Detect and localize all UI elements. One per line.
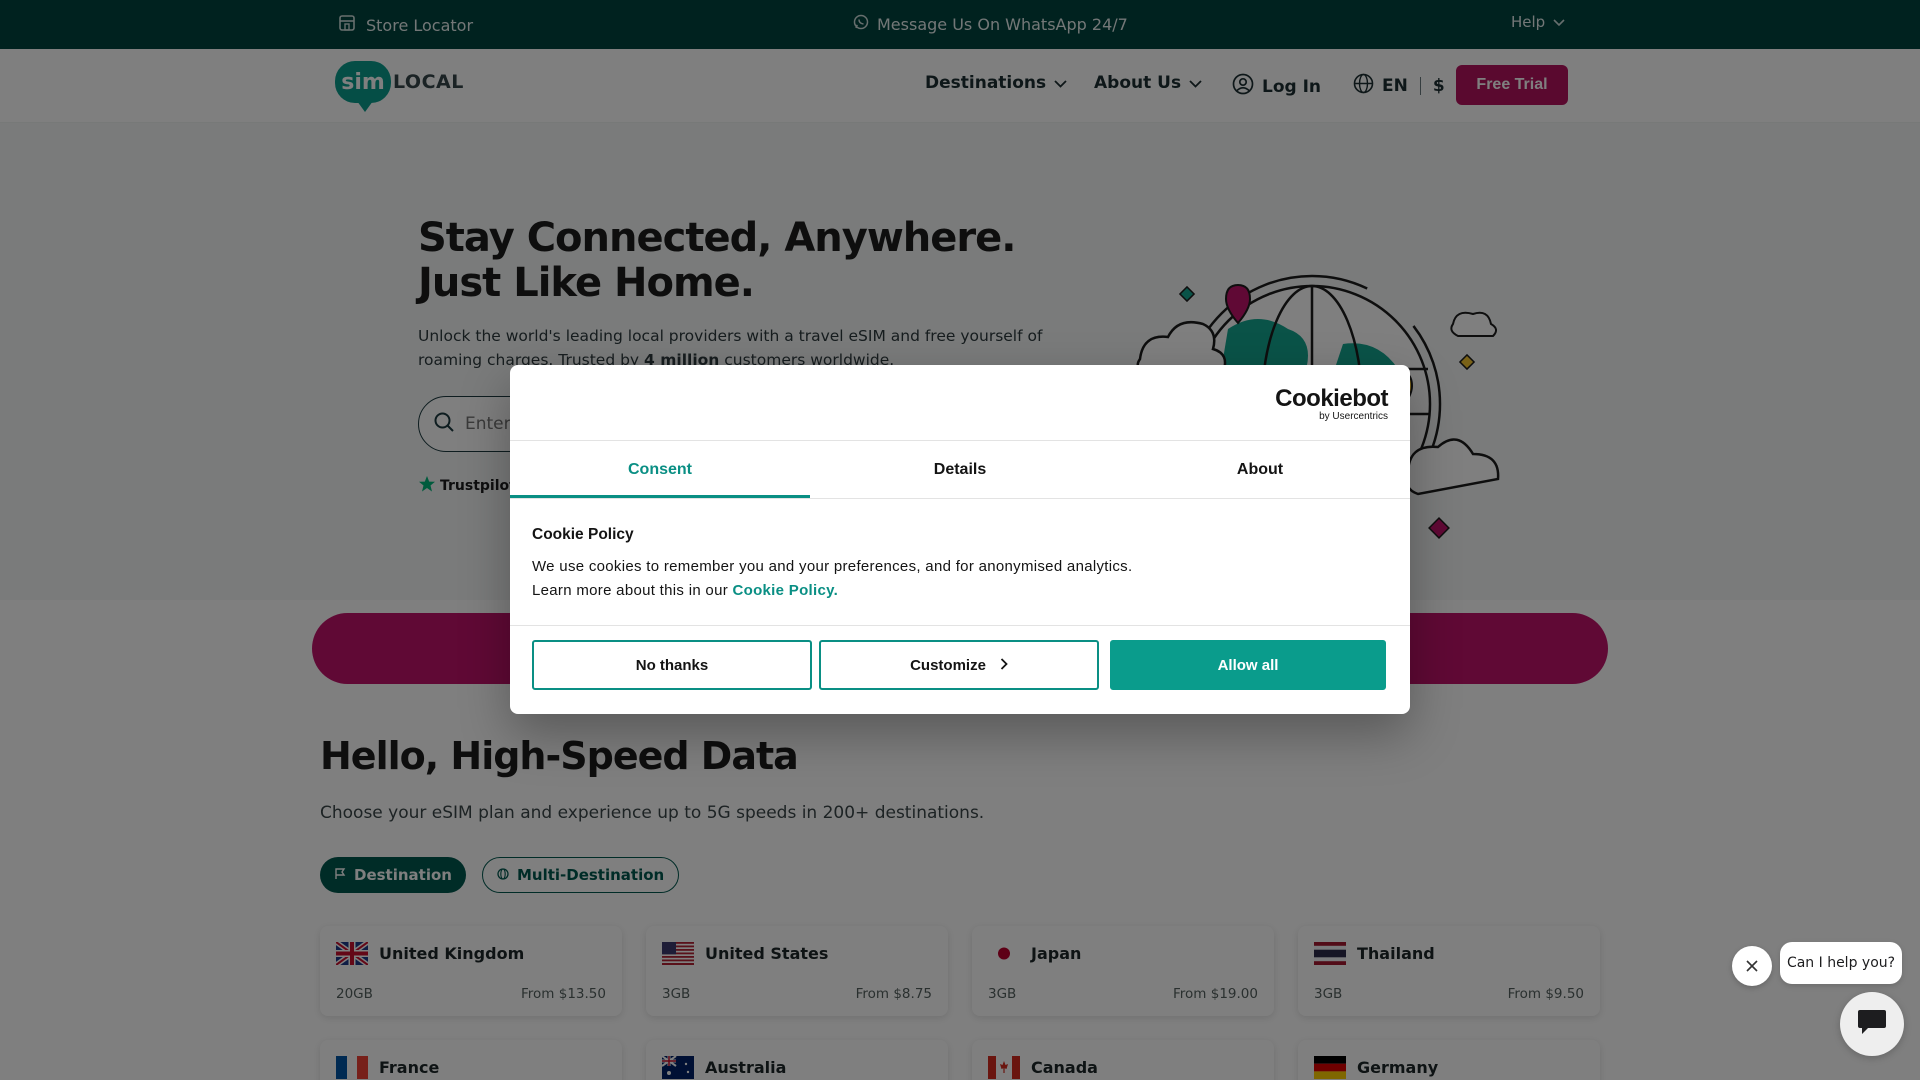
cookie-tabs: Consent Details About bbox=[510, 441, 1410, 498]
cookie-policy-text: We use cookies to remember you and your … bbox=[532, 555, 1382, 603]
allow-all-label: Allow all bbox=[1217, 656, 1279, 674]
cookie-text-line1: We use cookies to remember you and your … bbox=[532, 558, 1133, 575]
cookie-policy-title: Cookie Policy bbox=[532, 526, 634, 543]
cookie-text-line2: Learn more about this in our bbox=[532, 582, 733, 599]
cookiebot-byline: by Usercentrics bbox=[1319, 411, 1388, 422]
cookiebot-logo: Cookiebot by Usercentrics bbox=[1275, 387, 1388, 423]
chat-prompt[interactable]: Can I help you? bbox=[1780, 942, 1902, 984]
no-thanks-label: No thanks bbox=[635, 656, 709, 674]
customize-button[interactable]: Customize bbox=[819, 640, 1099, 690]
close-icon bbox=[1746, 957, 1758, 976]
divider bbox=[510, 625, 1410, 626]
divider bbox=[510, 498, 1410, 499]
chat-close-button[interactable] bbox=[1732, 946, 1772, 986]
chat-icon bbox=[1856, 1008, 1888, 1040]
cookie-consent-dialog: Cookiebot by Usercentrics Consent Detail… bbox=[510, 365, 1410, 714]
cookiebot-wordmark: Cookiebot bbox=[1275, 385, 1388, 412]
chevron-right-icon bbox=[1000, 657, 1008, 674]
cookie-policy-link[interactable]: Cookie Policy. bbox=[732, 582, 838, 599]
chat-prompt-label: Can I help you? bbox=[1786, 955, 1896, 971]
tab-details[interactable]: Details bbox=[810, 441, 1110, 498]
customize-label: Customize bbox=[910, 656, 986, 674]
no-thanks-button[interactable]: No thanks bbox=[532, 640, 812, 690]
chat-launcher-button[interactable] bbox=[1840, 992, 1904, 1056]
allow-all-button[interactable]: Allow all bbox=[1110, 640, 1386, 690]
tab-about[interactable]: About bbox=[1110, 441, 1410, 498]
tab-consent[interactable]: Consent bbox=[510, 441, 810, 498]
